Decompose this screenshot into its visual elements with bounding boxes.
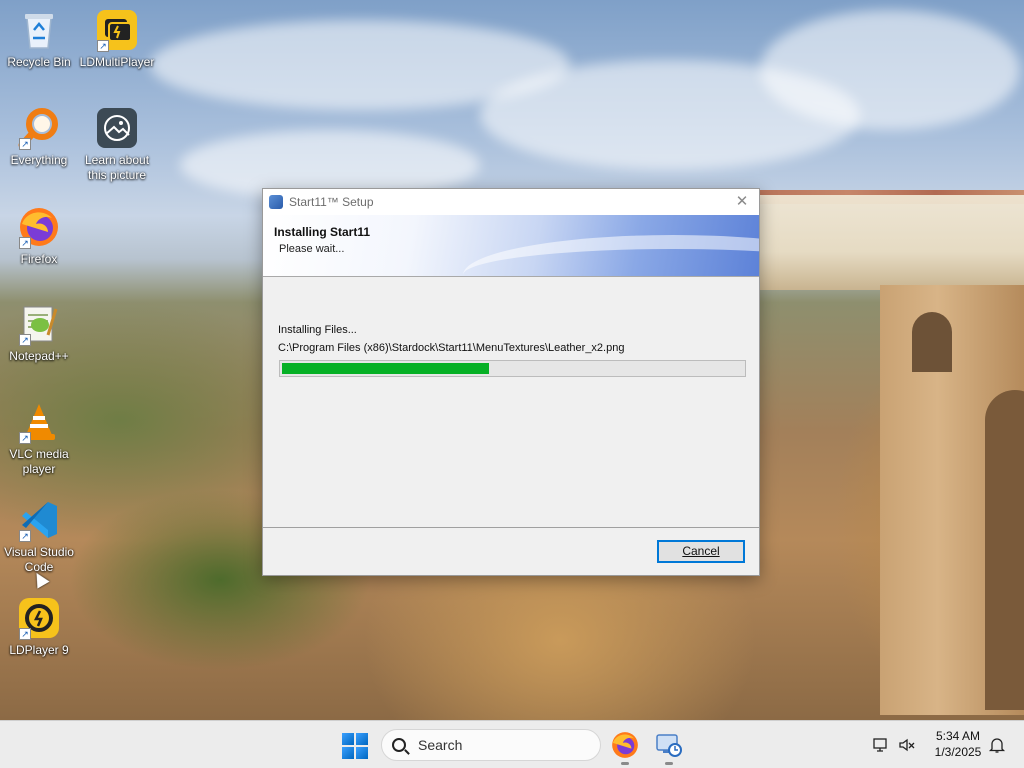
cancel-button[interactable]: Cancel — [657, 540, 745, 563]
network-icon[interactable] — [872, 736, 890, 754]
desktop-icon-vlc[interactable]: ↗ VLC media player — [1, 400, 77, 477]
taskbar: Search 5:34 AM 1/3/2025 — [0, 720, 1024, 768]
notepad-plus-plus-icon: ↗ — [17, 302, 61, 346]
search-icon — [392, 738, 406, 752]
volume-muted-icon[interactable] — [898, 736, 916, 754]
taskbar-setup-installer-icon[interactable] — [654, 730, 684, 765]
everything-search-icon: ↗ — [17, 106, 61, 150]
setup-dialog: Start11™ Setup ✕ Installing Start11 Plea… — [262, 188, 760, 576]
taskbar-firefox-icon[interactable] — [610, 730, 640, 765]
taskbar-clock[interactable]: 5:34 AM 1/3/2025 — [926, 728, 990, 760]
progress-fill — [282, 363, 490, 374]
desktop-icon-label: VLC media player — [9, 447, 69, 476]
system-tray — [872, 721, 916, 768]
start-button[interactable] — [342, 733, 368, 759]
dialog-titlebar[interactable]: Start11™ Setup ✕ — [263, 189, 759, 215]
desktop-icon-label: LDPlayer 9 — [9, 643, 69, 657]
dialog-divider — [263, 527, 759, 528]
dialog-title: Start11™ Setup — [289, 195, 374, 209]
recycle-bin-icon — [17, 8, 61, 52]
desktop-icon-label: Recycle Bin — [7, 55, 71, 69]
desktop-icon-vscode[interactable]: ↗ Visual Studio Code — [1, 498, 77, 575]
desktop-icon-firefox[interactable]: ↗ Firefox — [1, 205, 77, 267]
notification-bell-icon[interactable] — [988, 736, 1006, 754]
desktop-icon-ldplayer[interactable]: ↗ LDPlayer 9 — [1, 596, 77, 658]
running-indicator — [621, 762, 629, 765]
camera-icon — [95, 106, 139, 150]
header-subtitle: Please wait... — [279, 243, 345, 255]
desktop-icon-label: Everything — [10, 153, 68, 167]
desktop-icon-label: Firefox — [20, 252, 58, 266]
ldplayer-icon: ↗ — [17, 596, 61, 640]
firefox-icon: ↗ — [17, 205, 61, 249]
vscode-icon: ↗ — [17, 498, 61, 542]
desktop-icon-label: LDMultiPlayer — [79, 55, 155, 69]
cancel-label: Cancel — [682, 544, 720, 558]
dialog-header-band: Installing Start11 Please wait... — [263, 215, 759, 277]
close-icon[interactable]: ✕ — [733, 193, 751, 211]
header-title: Installing Start11 — [274, 225, 371, 239]
desktop-icon-label: Learn about this picture — [84, 153, 150, 182]
ldmultiplayer-icon: ↗ — [95, 8, 139, 52]
current-file-path: C:\Program Files (x86)\Stardock\Start11\… — [278, 342, 625, 354]
desktop-icon-ldmultiplayer[interactable]: ↗ LDMultiPlayer — [79, 8, 155, 70]
desktop-icon-label: Notepad++ — [9, 349, 69, 363]
status-text: Installing Files... — [278, 324, 357, 336]
desktop-icon-recycle-bin[interactable]: Recycle Bin — [1, 8, 77, 70]
desktop-icon-notepad-plus-plus[interactable]: ↗ Notepad++ — [1, 302, 77, 364]
dialog-body: Installing Files... C:\Program Files (x8… — [263, 277, 759, 527]
desktop-icon-label: Visual Studio Code — [4, 545, 74, 574]
desktop-icon-learn-about-picture[interactable]: Learn about this picture — [79, 106, 155, 183]
taskbar-search-box[interactable]: Search — [381, 729, 601, 761]
install-progress-bar — [279, 360, 746, 377]
running-indicator — [665, 762, 673, 765]
vlc-cone-icon: ↗ — [17, 400, 61, 444]
search-placeholder: Search — [418, 737, 463, 753]
clock-date: 1/3/2025 — [934, 745, 982, 759]
clock-time: 5:34 AM — [935, 729, 981, 743]
setup-app-icon — [269, 195, 283, 209]
desktop-icon-everything[interactable]: ↗ Everything — [1, 106, 77, 168]
